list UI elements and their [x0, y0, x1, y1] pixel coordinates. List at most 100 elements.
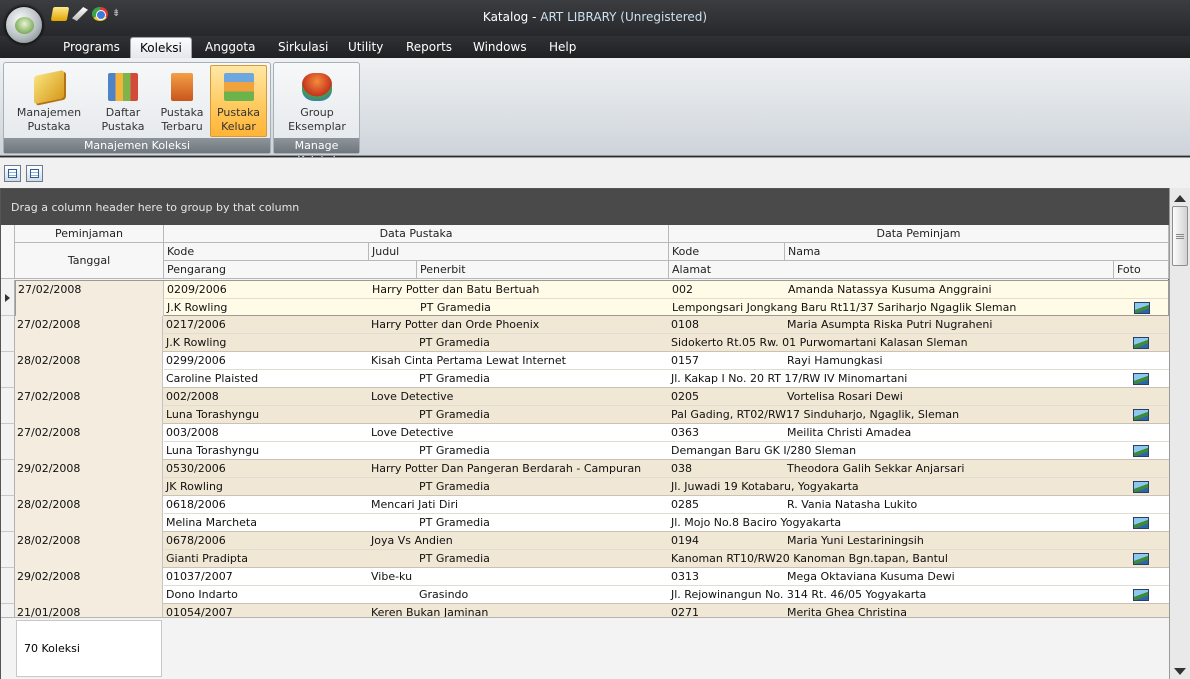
- cell-kode-peminjam: 0271: [671, 606, 699, 617]
- col-nama[interactable]: Nama: [785, 243, 1169, 261]
- grid-expand-icon: [8, 169, 17, 178]
- tab-koleksi[interactable]: Koleksi: [130, 37, 192, 58]
- cell-judul: Harry Potter dan Orde Phoenix: [371, 318, 540, 331]
- tab-programs[interactable]: Programs: [54, 37, 129, 58]
- tab-help[interactable]: Help: [540, 37, 585, 58]
- band-data-pustaka[interactable]: Data Pustaka: [164, 225, 669, 243]
- btn-label: Terbaru: [161, 120, 203, 133]
- cell-kode: 01054/2007: [166, 606, 233, 617]
- col-tanggal[interactable]: Tanggal: [15, 243, 164, 279]
- scroll-up-icon[interactable]: [1174, 195, 1186, 202]
- books-list-icon: [108, 73, 138, 101]
- expand-all-button[interactable]: [4, 165, 21, 182]
- cell-judul: Keren Bukan Jaminan: [371, 606, 489, 617]
- books-out-icon: [223, 73, 254, 101]
- tab-utility[interactable]: Utility: [339, 37, 392, 58]
- cell-penerbit: Grasindo: [419, 588, 469, 601]
- photo-icon[interactable]: [1133, 517, 1149, 529]
- current-row-icon: [5, 294, 10, 302]
- pustaka-terbaru-button[interactable]: Pustaka Terbaru: [154, 65, 210, 137]
- table-row[interactable]: 27/02/2008 003/2008 Love Detective 0363 …: [15, 424, 1169, 460]
- row-selector[interactable]: [1, 388, 15, 424]
- photo-icon[interactable]: [1133, 337, 1149, 349]
- photo-icon[interactable]: [1133, 481, 1149, 493]
- row-selector[interactable]: [1, 280, 15, 316]
- group-by-panel[interactable]: Drag a column header here to group by th…: [1, 189, 1169, 225]
- cell-pengarang: Dono Indarto: [166, 588, 238, 601]
- application-orb-button[interactable]: [5, 6, 43, 44]
- row-selector[interactable]: [1, 532, 15, 568]
- cell-tanggal: 27/02/2008: [15, 316, 163, 352]
- cell-judul: Joya Vs Andien: [371, 534, 453, 547]
- col-pengarang[interactable]: Pengarang: [164, 261, 417, 279]
- table-row[interactable]: 29/02/2008 01037/2007 Vibe-ku 0313 Mega …: [15, 568, 1169, 604]
- btn-label: Pustaka: [101, 120, 145, 133]
- title-app: ART LIBRARY (Unregistered): [540, 10, 708, 24]
- row-selector[interactable]: [1, 460, 15, 496]
- photo-icon[interactable]: [1134, 302, 1150, 314]
- cell-kode-peminjam: 002: [672, 283, 693, 296]
- photo-icon[interactable]: [1133, 373, 1149, 385]
- photo-icon[interactable]: [1133, 445, 1149, 457]
- cell-penerbit: PT Gramedia: [419, 336, 490, 349]
- row-selector[interactable]: [1, 424, 15, 460]
- table-row[interactable]: 27/02/2008 002/2008 Love Detective 0205 …: [15, 388, 1169, 424]
- cell-pengarang: Melina Marcheta: [166, 516, 257, 529]
- cell-nama: R. Vania Natasha Lukito: [787, 498, 918, 511]
- table-row[interactable]: 28/02/2008 0299/2006 Kisah Cinta Pertama…: [15, 352, 1169, 388]
- cell-alamat: Sidokerto Rt.05 Rw. 01 Purwomartani Kala…: [671, 336, 968, 349]
- daftar-pustaka-button[interactable]: Daftar Pustaka: [94, 65, 152, 137]
- row-selector[interactable]: [1, 316, 15, 352]
- cell-pengarang: JK Rowling: [166, 480, 223, 493]
- grid-footer: 70 Koleksi: [1, 617, 1169, 679]
- table-row[interactable]: 27/02/2008 0209/2006 Harry Potter dan Ba…: [15, 280, 1169, 317]
- col-kode[interactable]: Kode: [164, 243, 369, 261]
- cell-kode: 0618/2006: [166, 498, 226, 511]
- btn-label: Keluar: [221, 120, 256, 133]
- table-row[interactable]: 27/02/2008 0217/2006 Harry Potter dan Or…: [15, 316, 1169, 352]
- band-data-peminjam[interactable]: Data Peminjam: [669, 225, 1169, 243]
- photo-icon[interactable]: [1133, 409, 1149, 421]
- col-foto[interactable]: Foto: [1114, 261, 1169, 279]
- table-row[interactable]: 21/01/2008 01054/2007 Keren Bukan Jamina…: [15, 604, 1169, 617]
- cell-alamat: Lempongsari Jongkang Baru Rt11/37 Sariha…: [672, 301, 1017, 314]
- btn-label: Manajemen: [16, 106, 82, 119]
- cell-kode-peminjam: 0205: [671, 390, 699, 403]
- cell-penerbit: PT Gramedia: [420, 301, 491, 314]
- cell-nama: Amanda Natassya Kusuma Anggraini: [788, 283, 992, 296]
- table-row[interactable]: 28/02/2008 0618/2006 Mencari Jati Diri 0…: [15, 496, 1169, 532]
- col-alamat[interactable]: Alamat: [669, 261, 1114, 279]
- cell-nama: Maria Yuni Lestariningsih: [787, 534, 924, 547]
- scroll-down-icon[interactable]: [1174, 668, 1186, 675]
- table-row[interactable]: 28/02/2008 0678/2006 Joya Vs Andien 0194…: [15, 532, 1169, 568]
- pustaka-keluar-button[interactable]: Pustaka Keluar: [210, 65, 267, 137]
- col-penerbit[interactable]: Penerbit: [417, 261, 669, 279]
- cell-tanggal: 29/02/2008: [15, 460, 163, 496]
- row-selector[interactable]: [1, 568, 15, 604]
- row-selector[interactable]: [1, 604, 15, 617]
- tab-anggota[interactable]: Anggota: [196, 37, 264, 58]
- manajemen-pustaka-button[interactable]: Manajemen Pustaka: [10, 65, 88, 137]
- vertical-scrollbar[interactable]: [1169, 188, 1190, 679]
- photo-icon[interactable]: [1133, 589, 1149, 601]
- col-judul[interactable]: Judul: [369, 243, 669, 261]
- tab-windows[interactable]: Windows: [464, 37, 536, 58]
- cell-kode: 0678/2006: [166, 534, 226, 547]
- group-manage-koleksi: Group Eksemplar Manage Koleksi: [273, 62, 360, 167]
- photo-icon[interactable]: [1133, 553, 1149, 565]
- cell-nama: Rayi Hamungkasi: [787, 354, 883, 367]
- row-selector[interactable]: [1, 352, 15, 388]
- tab-reports[interactable]: Reports: [397, 37, 461, 58]
- cell-pengarang: Gianti Pradipta: [166, 552, 248, 565]
- cell-judul: Love Detective: [371, 390, 454, 403]
- group-eksemplar-button[interactable]: Group Eksemplar: [280, 65, 354, 137]
- col-kode-peminjam[interactable]: Kode: [669, 243, 785, 261]
- collapse-all-button[interactable]: [26, 165, 43, 182]
- cell-nama: Merita Ghea Christina: [787, 606, 907, 617]
- table-row[interactable]: 29/02/2008 0530/2006 Harry Potter Dan Pa…: [15, 460, 1169, 496]
- band-peminjaman[interactable]: Peminjaman: [15, 225, 164, 243]
- cell-kode-peminjam: 0285: [671, 498, 699, 511]
- row-selector[interactable]: [1, 496, 15, 532]
- scroll-thumb[interactable]: [1172, 206, 1188, 266]
- tab-sirkulasi[interactable]: Sirkulasi: [269, 37, 337, 58]
